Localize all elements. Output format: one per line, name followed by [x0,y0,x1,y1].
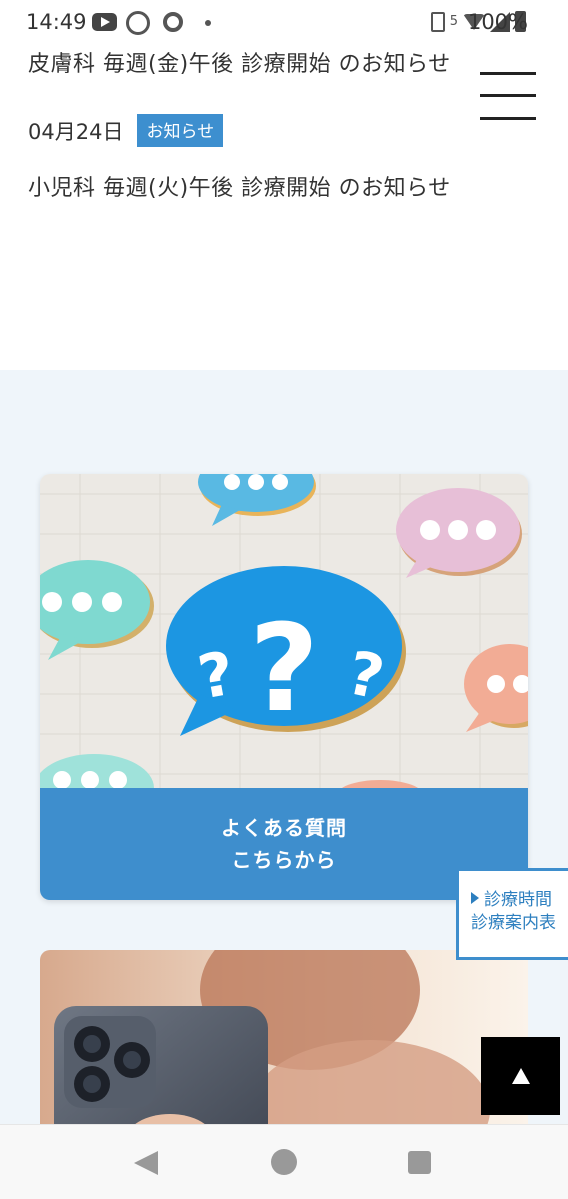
page-top-button[interactable] [481,1037,560,1115]
faq-label-line2: こちらから [231,848,337,872]
faq-card[interactable]: ? ? ? よくある質問 こちらから [40,474,528,900]
smartphone-card[interactable] [40,950,528,1150]
menu-button[interactable] [478,72,538,124]
schedule-tab-line2: 診療案内表 [471,913,556,933]
question-speech-bubbles-photo: ? ? ? [40,474,528,788]
news-date: 04月24日 [28,119,124,144]
hamburger-icon-line [480,117,536,120]
status-bar: 14:49 5 100% [0,0,568,44]
youtube-icon [92,13,117,31]
chrome-icon [163,12,183,32]
recents-icon[interactable] [408,1151,431,1174]
system-nav-bar [0,1124,568,1199]
news-item-title[interactable]: 皮膚科 毎週(金)午後 診療開始 のお知らせ [28,46,451,78]
schedule-tab-line1: 診療時間 [471,889,568,912]
schedule-tab-label: 診療時間 [484,890,552,910]
smartphone-photo [40,950,528,1150]
up-arrow-icon [511,1068,530,1084]
faq-label-line1: よくある質問 [221,816,347,840]
battery-percent: 100% [467,10,528,34]
home-icon[interactable] [271,1149,297,1175]
hamburger-icon [480,72,536,75]
badge-icon [126,11,150,35]
triangle-right-icon [471,892,479,904]
notification-dot-icon [205,20,211,26]
news-item-title[interactable]: 小児科 毎週(火)午後 診療開始 のお知らせ [28,170,451,202]
hamburger-icon-line [480,94,536,97]
back-icon[interactable] [134,1151,158,1175]
svg-text:?: ? [249,600,319,739]
news-tag-badge: お知らせ [137,114,224,147]
nfc-icon [430,11,445,32]
status-time: 14:49 [26,10,87,34]
schedule-tab[interactable]: 診療時間 診療案内表 [456,868,568,960]
news-item-meta: 04月24日 お知らせ [28,114,224,147]
faq-label-band[interactable]: よくある質問 こちらから [40,788,528,900]
data-arrows-icon: 5 [449,14,458,29]
